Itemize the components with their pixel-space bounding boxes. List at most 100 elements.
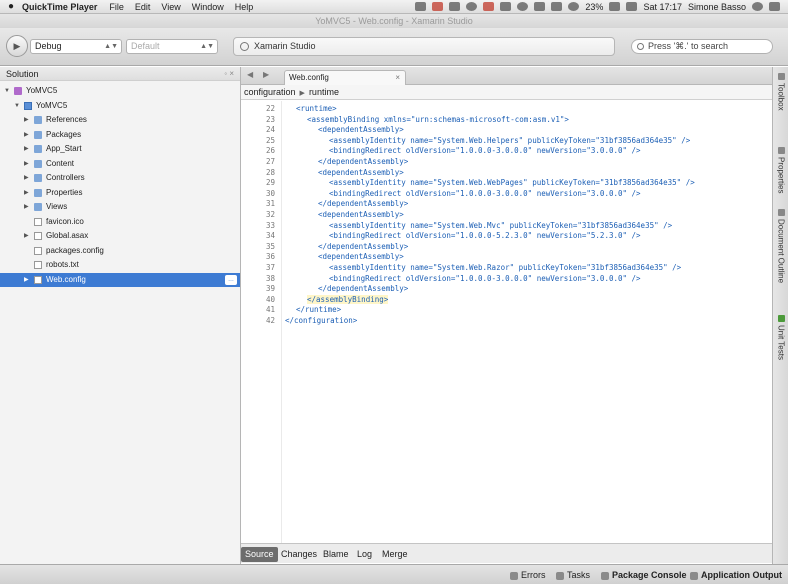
code-line[interactable]: <assemblyBinding xmlns="urn:schemas-micr…: [307, 115, 569, 124]
code-line[interactable]: <bindingRedirect oldVersion="1.0.0.0-3.0…: [329, 189, 641, 198]
status-timemachine-icon[interactable]: [517, 2, 529, 11]
dock-tab-document-outline[interactable]: Document Outline: [774, 209, 788, 283]
apple-menu-icon[interactable]: ●: [0, 1, 22, 12]
bluetooth-icon[interactable]: [534, 2, 546, 11]
tree-item-packages-config[interactable]: packages.config: [0, 244, 240, 258]
tab-merge[interactable]: Merge: [378, 547, 412, 562]
updown-arrows-icon: ▲▼: [200, 43, 214, 50]
item-options-icon[interactable]: …: [225, 274, 237, 285]
code-line[interactable]: <bindingRedirect oldVersion="1.0.0.0-3.0…: [329, 274, 641, 283]
search-input[interactable]: Press '⌘.' to search: [631, 39, 773, 54]
battery-percent[interactable]: 23%: [585, 2, 603, 12]
status-mail-icon[interactable]: [483, 2, 495, 11]
code-line[interactable]: <bindingRedirect oldVersion="1.0.0.0-5.2…: [329, 231, 641, 240]
code-line[interactable]: <dependentAssembly>: [318, 252, 404, 261]
code-line[interactable]: </assemblyBinding>: [307, 294, 389, 304]
breadcrumb-configuration[interactable]: configuration: [244, 87, 296, 97]
status-camera-icon[interactable]: [500, 2, 512, 11]
dock-tab-unit-tests[interactable]: Unit Tests: [774, 315, 788, 360]
tree-item-content[interactable]: ▶ Content: [0, 157, 240, 171]
code-line[interactable]: <assemblyIdentity name="System.Web.Helpe…: [329, 136, 690, 145]
tree-item-web-config[interactable]: ▶ Web.config…: [0, 272, 240, 287]
collapsed-arrow-icon[interactable]: ▶: [24, 128, 29, 142]
code-line[interactable]: <bindingRedirect oldVersion="1.0.0.0-3.0…: [329, 146, 641, 155]
code-line[interactable]: <runtime>: [296, 104, 337, 113]
collapsed-arrow-icon[interactable]: ▶: [24, 113, 29, 127]
project-item-yomvc5[interactable]: ▼ YoMVC5: [0, 99, 240, 113]
collapsed-arrow-icon[interactable]: ▶: [24, 142, 29, 156]
collapsed-arrow-icon[interactable]: ▶: [24, 200, 29, 214]
status-shield-icon[interactable]: [432, 2, 444, 11]
errors-button[interactable]: Errors: [510, 569, 546, 582]
code-line[interactable]: <assemblyIdentity name="System.Web.WebPa…: [329, 178, 695, 187]
battery-icon[interactable]: [609, 2, 621, 11]
tree-item-app-start[interactable]: ▶ App_Start: [0, 142, 240, 156]
run-button[interactable]: ▶: [6, 35, 28, 57]
nav-back-icon[interactable]: ◀: [247, 70, 253, 79]
code-line[interactable]: </dependentAssembly>: [318, 242, 408, 251]
tree-item-controllers[interactable]: ▶ Controllers: [0, 171, 240, 185]
tree-item-properties[interactable]: ▶ Properties: [0, 186, 240, 200]
code-line[interactable]: </dependentAssembly>: [318, 199, 408, 208]
target-selector[interactable]: Default ▲▼: [126, 39, 218, 54]
tree-item-views[interactable]: ▶ Views: [0, 200, 240, 214]
tree-item-packages[interactable]: ▶ Packages: [0, 128, 240, 142]
pad-controls[interactable]: ◦ ×: [224, 67, 234, 81]
spotlight-icon[interactable]: [752, 2, 763, 11]
dock-tab-toolbox[interactable]: Toolbox: [774, 73, 788, 111]
menu-window[interactable]: Window: [192, 2, 224, 12]
menubar-clock[interactable]: Sat 17:17: [643, 2, 682, 12]
code-line[interactable]: <assemblyIdentity name="System.Web.Razor…: [329, 263, 681, 272]
expanded-arrow-icon[interactable]: ▼: [4, 84, 10, 98]
menu-help[interactable]: Help: [235, 2, 254, 12]
tree-item-favicon[interactable]: favicon.ico: [0, 215, 240, 229]
code-line[interactable]: <dependentAssembly>: [318, 210, 404, 219]
status-cloud-icon[interactable]: [449, 2, 461, 11]
code-line[interactable]: </dependentAssembly>: [318, 284, 408, 293]
collapsed-arrow-icon[interactable]: ▶: [24, 186, 29, 200]
solution-item-yomvc5[interactable]: ▼ YoMVC5: [0, 84, 240, 98]
close-tab-icon[interactable]: ×: [395, 71, 400, 85]
application-output-button[interactable]: Application Output: [690, 569, 782, 582]
wifi-icon[interactable]: [568, 2, 580, 11]
code-editor[interactable]: 22 23 24 25 26 27 28 29 30 31 32 33 34 35 36 37 38 39 40 41…: [241, 101, 772, 543]
menu-view[interactable]: View: [161, 2, 180, 12]
line-number: 27: [265, 157, 275, 166]
tree-item-label: Global.asax: [46, 231, 89, 240]
collapsed-arrow-icon[interactable]: ▶: [24, 171, 29, 185]
status-app-icon[interactable]: [415, 2, 427, 11]
code-line[interactable]: </runtime>: [296, 305, 341, 314]
tree-item-references[interactable]: ▶ References: [0, 113, 240, 127]
package-console-button[interactable]: Package Console: [601, 569, 687, 582]
code-line[interactable]: <assemblyIdentity name="System.Web.Mvc" …: [329, 221, 672, 230]
flag-icon[interactable]: [626, 2, 638, 11]
code-line[interactable]: <dependentAssembly>: [318, 125, 404, 134]
tab-blame[interactable]: Blame: [319, 547, 353, 562]
nav-forward-icon[interactable]: ▶: [263, 70, 269, 79]
menubar-user[interactable]: Simone Basso: [688, 2, 746, 12]
menu-edit[interactable]: Edit: [135, 2, 151, 12]
expanded-arrow-icon[interactable]: ▼: [14, 99, 20, 113]
collapsed-arrow-icon[interactable]: ▶: [24, 157, 29, 171]
tab-source[interactable]: Source: [241, 547, 278, 562]
line-number: 40: [265, 294, 275, 304]
dock-tab-properties[interactable]: Properties: [774, 147, 788, 193]
notification-center-icon[interactable]: [769, 2, 780, 11]
menu-file[interactable]: File: [109, 2, 124, 12]
tasks-button[interactable]: Tasks: [556, 569, 590, 582]
tab-changes[interactable]: Changes: [277, 547, 321, 562]
tree-item-robots-txt[interactable]: robots.txt: [0, 258, 240, 272]
tab-log[interactable]: Log: [353, 547, 376, 562]
breadcrumb-runtime[interactable]: runtime: [309, 87, 339, 97]
collapsed-arrow-icon[interactable]: ▶: [24, 273, 29, 287]
volume-icon[interactable]: [551, 2, 563, 11]
tab-web-config[interactable]: Web.config ×: [284, 70, 406, 85]
code-line[interactable]: </configuration>: [285, 316, 357, 325]
code-line[interactable]: <dependentAssembly>: [318, 168, 404, 177]
configuration-selector[interactable]: Debug ▲▼: [30, 39, 122, 54]
code-line[interactable]: </dependentAssembly>: [318, 157, 408, 166]
status-sync-icon[interactable]: [466, 2, 478, 11]
tree-item-global-asax[interactable]: ▶ Global.asax: [0, 229, 240, 243]
collapsed-arrow-icon[interactable]: ▶: [24, 229, 29, 243]
app-menu-quicktime[interactable]: QuickTime Player: [22, 2, 97, 12]
